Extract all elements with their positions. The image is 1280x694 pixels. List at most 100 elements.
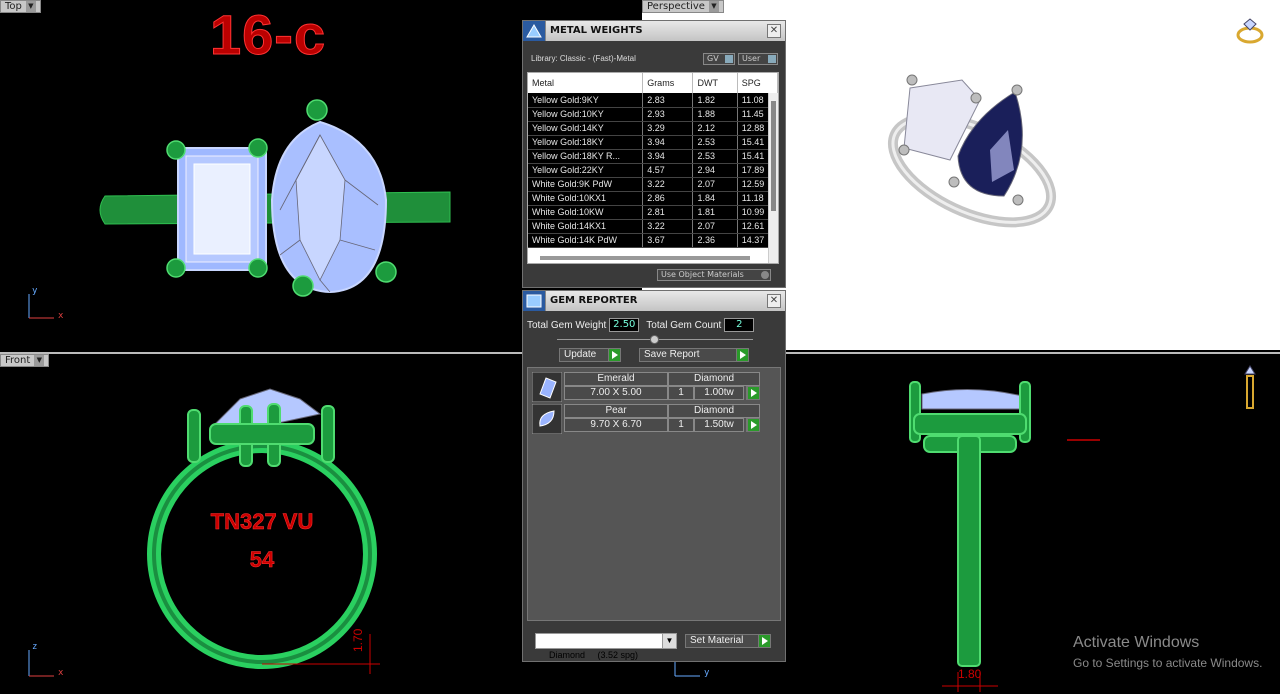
slider-knob[interactable]	[650, 335, 659, 344]
total-gem-count-label: Total Gem Count	[646, 319, 722, 331]
table-cell: 2.83	[642, 93, 694, 108]
library-label: Library: Classic - (Fast)-Metal	[531, 54, 636, 63]
table-cell: 1.84	[692, 191, 738, 206]
table-row[interactable]: Yellow Gold:9KY 2.83 1.82 11.08	[528, 93, 778, 108]
table-cell: 2.86	[642, 191, 694, 206]
table-row[interactable]: White Gold:14K PdW 3.67 2.36 14.37	[528, 233, 778, 248]
table-cell: 2.81	[642, 205, 694, 220]
gem-row-action-button[interactable]	[746, 418, 760, 432]
table-row[interactable]: White Gold:10KX1 2.86 1.84 11.18	[528, 191, 778, 206]
gem-weight: 1.00tw	[694, 386, 744, 400]
gv-toggle[interactable]: GV	[703, 53, 735, 65]
gem-shape: Pear	[564, 404, 668, 418]
table-cell: 2.07	[692, 177, 738, 192]
gem-row-emerald[interactable]: Emerald Diamond 7.00 X 5.00 1 1.00tw	[532, 372, 760, 402]
column-header[interactable]: Grams	[642, 73, 694, 93]
table-cell: 2.12	[692, 121, 738, 136]
column-header[interactable]: Metal	[528, 73, 644, 93]
table-cell: White Gold:14K PdW	[528, 233, 644, 248]
table-row[interactable]: White Gold:9K PdW 3.22 2.07 12.59	[528, 177, 778, 192]
user-toggle[interactable]: User	[738, 53, 778, 65]
metal-weights-icon	[523, 21, 545, 41]
use-object-materials-label: Use Object Materials	[661, 270, 744, 279]
gem-count: 1	[668, 386, 694, 400]
chevron-down-icon[interactable]: ▼	[662, 634, 676, 648]
table-cell: 3.94	[642, 135, 694, 150]
column-header[interactable]: SPG	[737, 73, 778, 93]
update-button[interactable]: Update	[559, 348, 621, 362]
close-icon[interactable]: ✕	[767, 294, 781, 308]
gem-size: 7.00 X 5.00	[564, 386, 668, 400]
table-cell: White Gold:14KX1	[528, 219, 644, 234]
totals-row: Total Gem Weight 2.50 Total Gem Count 2	[527, 316, 783, 334]
gem-row-action-button[interactable]	[746, 386, 760, 400]
total-gem-weight-label: Total Gem Weight	[527, 319, 607, 331]
gem-size: 9.70 X 6.70	[564, 418, 668, 432]
play-icon	[747, 387, 759, 399]
material-select[interactable]: Diamond (3.52 spg) ▼	[535, 633, 677, 660]
axis-indicator	[28, 650, 54, 677]
metal-table-container[interactable]: Metal Grams DWT SPG Yellow Gold:9KY 2.83 1.82…	[527, 72, 779, 264]
material-select-value: Diamond (3.52 spg)	[549, 650, 639, 660]
table-hscroll[interactable]	[540, 256, 750, 260]
table-row[interactable]: Yellow Gold:18KY R... 3.94 2.53 15.41	[528, 149, 778, 164]
table-cell: 3.29	[642, 121, 694, 136]
table-cell: 1.81	[692, 205, 738, 220]
save-report-button-label: Save Report	[644, 349, 700, 360]
table-cell: Yellow Gold:22KY	[528, 163, 644, 178]
table-cell: Yellow Gold:9KY	[528, 93, 644, 108]
use-object-materials-toggle[interactable]: Use Object Materials	[657, 269, 771, 281]
gem-reporter-title: GEM REPORTER	[545, 291, 767, 311]
save-report-button[interactable]: Save Report	[639, 348, 749, 362]
table-row[interactable]: Yellow Gold:18KY 3.94 2.53 15.41	[528, 135, 778, 150]
gem-reporter-titlebar[interactable]: GEM REPORTER ✕	[523, 291, 785, 311]
gv-toggle-label: GV	[707, 54, 719, 63]
gem-row-pear[interactable]: Pear Diamond 9.70 X 6.70 1 1.50tw	[532, 404, 760, 434]
set-material-button-label: Set Material	[690, 635, 744, 646]
metal-weights-table: Metal Grams DWT SPG Yellow Gold:9KY 2.83 1.82…	[528, 73, 778, 248]
table-cell: Yellow Gold:14KY	[528, 121, 644, 136]
table-row[interactable]: Yellow Gold:22KY 4.57 2.94 17.89	[528, 163, 778, 178]
user-toggle-label: User	[742, 54, 761, 63]
update-button-label: Update	[564, 349, 597, 360]
set-material-button[interactable]: Set Material	[685, 634, 771, 648]
emerald-gem-icon	[532, 372, 562, 402]
table-scrollbar[interactable]	[768, 93, 778, 263]
play-icon	[747, 419, 759, 431]
table-cell: 1.82	[692, 93, 738, 108]
table-cell: 2.36	[692, 233, 738, 248]
table-row[interactable]: White Gold:10KW 2.81 1.81 10.99	[528, 205, 778, 220]
table-cell: Yellow Gold:10KY	[528, 107, 644, 122]
engraving-line1: TN327 VU	[211, 509, 314, 534]
close-icon[interactable]: ✕	[767, 24, 781, 38]
gem-weight: 1.50tw	[694, 418, 744, 432]
table-cell: White Gold:10KX1	[528, 191, 644, 206]
metal-weights-titlebar[interactable]: METAL WEIGHTS ✕	[523, 21, 785, 41]
total-gem-weight-field[interactable]: 2.50	[609, 318, 640, 332]
pear-gem-icon	[532, 404, 562, 434]
column-header[interactable]: DWT	[692, 73, 738, 93]
side-dimension: 1.80	[958, 667, 982, 681]
table-cell: White Gold:9K PdW	[528, 177, 644, 192]
gem-material: Diamond	[668, 404, 760, 418]
play-icon	[608, 349, 620, 361]
total-gem-count-field[interactable]: 2	[724, 318, 755, 332]
play-icon	[758, 635, 770, 647]
table-cell: 2.53	[692, 149, 738, 164]
table-row[interactable]: Yellow Gold:14KY 3.29 2.12 12.88	[528, 121, 778, 136]
gem-shape: Emerald	[564, 372, 668, 386]
table-cell: 2.93	[642, 107, 694, 122]
table-cell: 4.57	[642, 163, 694, 178]
front-dimension: 1.70	[351, 628, 365, 652]
table-row[interactable]: White Gold:14KX1 3.22 2.07 12.61	[528, 219, 778, 234]
table-row[interactable]: Yellow Gold:10KY 2.93 1.88 11.45	[528, 107, 778, 122]
table-cell: White Gold:10KW	[528, 205, 644, 220]
scrollbar-thumb[interactable]	[771, 101, 776, 211]
table-cell: 1.88	[692, 107, 738, 122]
table-cell: 3.67	[642, 233, 694, 248]
table-cell: 2.94	[692, 163, 738, 178]
gem-count: 1	[668, 418, 694, 432]
gem-material: Diamond	[668, 372, 760, 386]
activate-windows-title: Activate Windows	[1073, 634, 1200, 651]
metal-weights-title: METAL WEIGHTS	[545, 21, 767, 41]
